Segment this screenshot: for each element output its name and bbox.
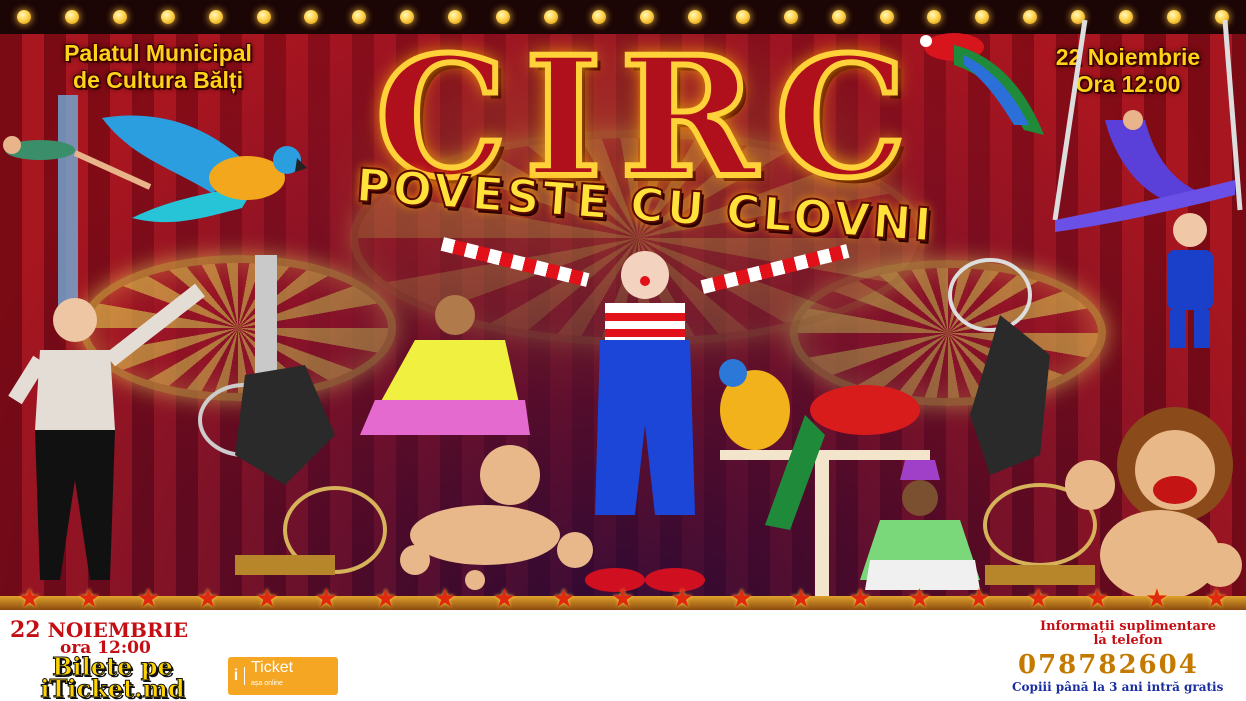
star-icon: ★	[433, 584, 457, 614]
circus-poster: Palatul Municipal de Cultura Bălți 22 No…	[0, 0, 1246, 701]
star-icon: ★	[314, 584, 338, 614]
star-icon: ★	[848, 584, 872, 614]
star-icon: ★	[136, 584, 160, 614]
star-icon: ★	[1145, 584, 1169, 614]
footer-date-day: 22	[10, 617, 41, 643]
phone-number[interactable]: 078782604	[1018, 650, 1246, 680]
bulb-icon	[64, 10, 79, 24]
venue-line-2: de Cultura Bălți	[73, 67, 243, 93]
kids-note: Copiii până la 3 ani intră gratis	[1012, 680, 1224, 694]
star-icon: ★	[670, 584, 694, 614]
star-icon: ★	[195, 584, 220, 614]
monkey-dress-icon	[360, 295, 530, 435]
star-icon: ★	[18, 584, 42, 614]
star-icon: ★	[967, 584, 991, 614]
star-row: ★ ★ ★ ★ ★ ★ ★ ★ ★ ★ ★ ★ ★ ★ ★ ★ ★ ★ ★ ★ ★	[0, 586, 1246, 612]
poodle-dog-icon	[400, 445, 593, 590]
info-text: Informații suplimentare la telefon	[1010, 620, 1246, 648]
bulb-icon	[1023, 10, 1038, 24]
bulb-icon	[16, 10, 31, 24]
bulb-icon	[256, 10, 271, 24]
macaw-parrot-left-icon	[102, 115, 307, 223]
info-line-2: la telefon	[1093, 633, 1163, 648]
iticket-logo-name: Ticket așa online	[245, 660, 293, 692]
star-icon: ★	[1085, 584, 1110, 614]
venue-text: Palatul Municipal de Cultura Bălți	[8, 40, 308, 94]
iticket-logo[interactable]: i Ticket așa online	[228, 657, 338, 695]
star-icon: ★	[1026, 584, 1050, 614]
sailor-clown-right-icon	[1167, 213, 1213, 348]
star-icon: ★	[1204, 584, 1228, 614]
bulb-icon	[160, 10, 175, 24]
iticket-logo-tag: așa online	[251, 680, 283, 687]
star-icon: ★	[77, 584, 101, 614]
star-icon: ★	[551, 584, 576, 614]
info-line-1: Informații suplimentare	[1040, 619, 1216, 634]
tickets-text: Bilete pe iTicket.md	[0, 654, 225, 701]
star-icon: ★	[492, 584, 516, 614]
red-parrot-top-right-icon	[920, 33, 1044, 135]
bulb-icon	[208, 10, 223, 24]
lion-mascot-icon	[1065, 407, 1242, 600]
star-icon: ★	[373, 584, 398, 614]
star-icon: ★	[907, 584, 932, 614]
iticket-logo-name-text: Ticket	[251, 659, 294, 676]
footer-date: 22 NOIEMBRIE	[10, 617, 188, 643]
star-icon: ★	[789, 584, 813, 614]
tickets-line-2: iTicket.md	[40, 674, 185, 701]
star-icon: ★	[611, 584, 635, 614]
iticket-logo-letter: i	[228, 667, 245, 685]
star-icon: ★	[255, 584, 279, 614]
bulb-icon	[112, 10, 127, 24]
star-icon: ★	[729, 584, 754, 614]
venue-line-1: Palatul Municipal	[64, 40, 252, 66]
